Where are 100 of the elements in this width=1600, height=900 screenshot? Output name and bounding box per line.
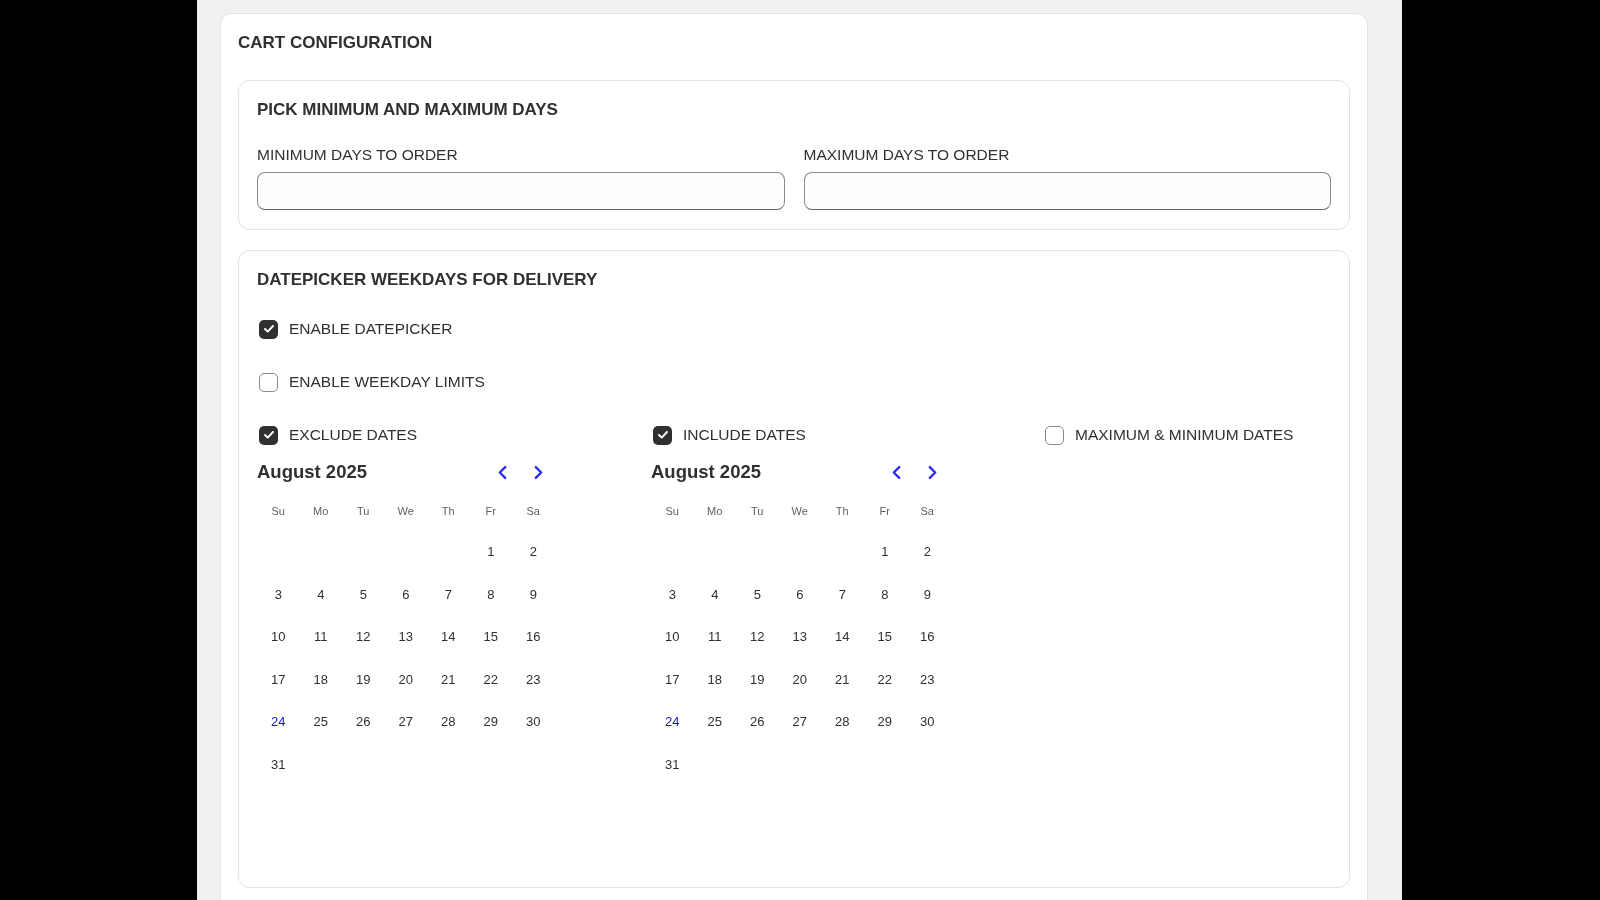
calendar-day[interactable]: 5 [359, 586, 367, 603]
weekday-label: Th [441, 504, 455, 518]
month-title: August 2025 [651, 460, 762, 484]
calendar-day[interactable]: 7 [444, 586, 452, 603]
calendar-day[interactable]: 12 [750, 629, 765, 646]
section-title: PICK MINIMUM AND MAXIMUM DAYS [257, 100, 559, 120]
calendar-day[interactable]: 24 [271, 714, 286, 731]
calendar-day[interactable]: 30 [920, 714, 935, 731]
calendar-day[interactable]: 27 [792, 714, 807, 731]
section-title: DATEPICKER WEEKDAYS FOR DELIVERY [257, 270, 599, 290]
weekday-label: Fr [879, 504, 890, 518]
calendar-day[interactable]: 2 [529, 544, 537, 561]
calendar-day[interactable]: 18 [313, 671, 328, 688]
calendar-day[interactable]: 31 [271, 756, 286, 773]
checkbox[interactable] [653, 425, 672, 445]
calendar-day[interactable]: 16 [920, 629, 935, 646]
weekday-label: Th [835, 504, 849, 518]
calendar-day[interactable]: 18 [707, 671, 722, 688]
checkbox[interactable] [259, 372, 278, 392]
calendar-day[interactable]: 25 [313, 714, 328, 731]
calendar-day[interactable]: 30 [526, 714, 541, 731]
calendar-day[interactable]: 21 [835, 671, 850, 688]
calendar-day[interactable]: 23 [526, 671, 541, 688]
checkbox[interactable] [259, 319, 278, 339]
calendar-day[interactable]: 27 [398, 714, 413, 731]
calendar-day[interactable]: 29 [483, 714, 498, 731]
field-label: MAXIMUM DAYS TO ORDER [803, 145, 1011, 165]
checkbox-label: ENABLE DATEPICKER [289, 319, 453, 339]
calendar-day[interactable]: 2 [923, 544, 931, 561]
calendar-day[interactable]: 28 [441, 714, 456, 731]
checkbox-label: EXCLUDE DATES [289, 425, 418, 445]
calendar-day[interactable]: 16 [526, 629, 541, 646]
chevron-right-icon [928, 464, 937, 480]
calendar-day[interactable]: 13 [792, 629, 807, 646]
calendar-day[interactable]: 26 [750, 714, 765, 731]
calendar-day[interactable]: 17 [665, 671, 680, 688]
chevron-right-icon [534, 464, 543, 480]
calendar-day[interactable]: 15 [877, 629, 892, 646]
calendar-day[interactable]: 6 [796, 586, 804, 603]
calendar-day[interactable]: 31 [665, 756, 680, 773]
calendar-day[interactable]: 3 [274, 586, 282, 603]
weekday-label: Mo [707, 504, 723, 518]
calendar-day[interactable]: 23 [920, 671, 935, 688]
weekday-label: Fr [485, 504, 496, 518]
checkmark-icon [657, 431, 668, 439]
chevron-left-icon [892, 464, 901, 480]
calendar-day[interactable]: 8 [487, 586, 495, 603]
checkbox-label: INCLUDE DATES [683, 425, 806, 445]
calendar-day[interactable]: 24 [665, 714, 680, 731]
weekday-label: We [397, 504, 414, 518]
card-title: CART CONFIGURATION [238, 33, 434, 53]
weekday-label: Sa [526, 504, 540, 518]
calendar-day[interactable]: 26 [356, 714, 371, 731]
weekday-label: Su [665, 504, 679, 518]
checkbox[interactable] [1045, 425, 1064, 445]
calendar-day[interactable]: 28 [835, 714, 850, 731]
field-label: MINIMUM DAYS TO ORDER [257, 145, 459, 165]
calendar-day[interactable]: 8 [881, 586, 889, 603]
input-field[interactable] [257, 172, 785, 210]
calendar-day[interactable]: 11 [708, 629, 722, 646]
calendar-day[interactable]: 9 [923, 586, 931, 603]
checkmark-icon [263, 431, 274, 439]
checkmark-icon [263, 325, 274, 333]
weekday-label: Tu [357, 504, 370, 518]
month-title: August 2025 [257, 460, 368, 484]
calendar-day[interactable]: 11 [314, 629, 328, 646]
checkbox-label: ENABLE WEEKDAY LIMITS [289, 372, 485, 392]
chevron-left-icon [498, 464, 507, 480]
calendar-day[interactable]: 15 [483, 629, 498, 646]
calendar-day[interactable]: 14 [441, 629, 456, 646]
calendar-day[interactable]: 1 [487, 544, 495, 561]
calendar-day[interactable]: 29 [877, 714, 892, 731]
calendar-day[interactable]: 10 [271, 629, 286, 646]
calendar-day[interactable]: 21 [441, 671, 456, 688]
calendar-day[interactable]: 19 [356, 671, 371, 688]
weekday-label: Tu [751, 504, 764, 518]
calendar-day[interactable]: 13 [398, 629, 413, 646]
calendar-day[interactable]: 12 [356, 629, 371, 646]
calendar-day[interactable]: 6 [402, 586, 410, 603]
calendar-day[interactable]: 3 [668, 586, 676, 603]
input-field[interactable] [803, 172, 1331, 210]
calendar-day[interactable]: 1 [881, 544, 889, 561]
calendar-day[interactable]: 4 [711, 586, 719, 603]
calendar-day[interactable]: 20 [792, 671, 807, 688]
calendar-day[interactable]: 5 [753, 586, 761, 603]
checkbox[interactable] [259, 425, 278, 445]
calendar-day[interactable]: 10 [665, 629, 680, 646]
calendar-day[interactable]: 7 [838, 586, 846, 603]
calendar-day[interactable]: 4 [317, 586, 325, 603]
calendar-day[interactable]: 9 [529, 586, 537, 603]
checkbox-label: MAXIMUM & MINIMUM DATES [1075, 425, 1294, 445]
calendar-day[interactable]: 22 [483, 671, 498, 688]
calendar-day[interactable]: 22 [877, 671, 892, 688]
calendar-day[interactable]: 20 [398, 671, 413, 688]
weekday-label: Su [271, 504, 285, 518]
calendar-day[interactable]: 19 [750, 671, 765, 688]
calendar-day[interactable]: 25 [707, 714, 722, 731]
weekday-label: Sa [920, 504, 934, 518]
calendar-day[interactable]: 17 [271, 671, 286, 688]
calendar-day[interactable]: 14 [835, 629, 850, 646]
